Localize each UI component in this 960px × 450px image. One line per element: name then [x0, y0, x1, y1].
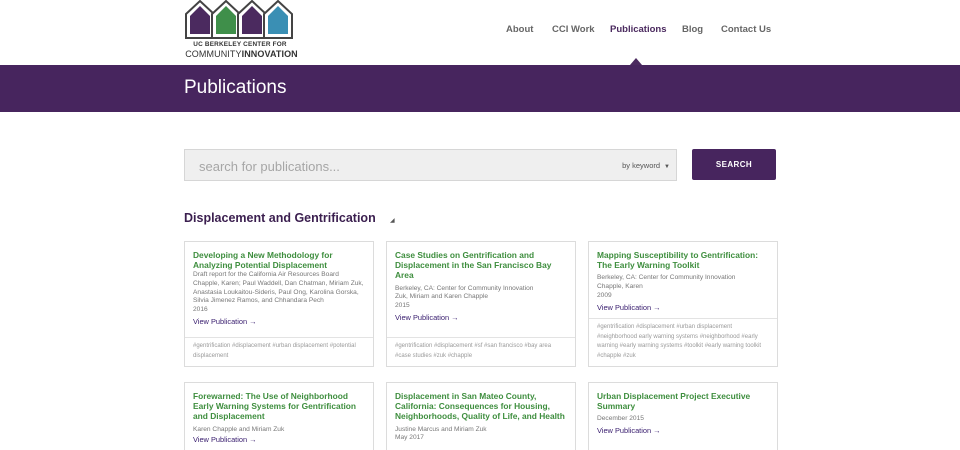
page-title-band: Publications — [0, 65, 960, 112]
view-publication-link[interactable]: View Publication → — [395, 313, 567, 322]
search-button[interactable]: SEARCH — [692, 149, 776, 180]
nav-cci-work[interactable]: CCI Work — [552, 24, 595, 35]
view-publication-link[interactable]: View Publication → — [193, 435, 365, 444]
publication-date: December 2015 — [597, 415, 644, 423]
publication-tags: #gentrification #displacement #urban dis… — [589, 317, 777, 366]
site-logo[interactable]: UC BERKELEY CENTER FOR COMMUNITYINNOVATI… — [184, 0, 299, 62]
section-heading[interactable]: Displacement and Gentrification — [184, 211, 376, 225]
publication-card: Case Studies on Gentrification and Displ… — [386, 241, 576, 367]
publication-card: Displacement in San Mateo County, Califo… — [386, 382, 576, 450]
search-mode-select[interactable]: by keyword ▼ — [622, 161, 670, 170]
publication-authors: Justine Marcus and Miriam Zuk — [395, 425, 487, 433]
publication-source: Berkeley, CA: Center for Community Innov… — [395, 284, 534, 292]
publication-source: Draft report for the California Air Reso… — [193, 271, 339, 279]
nav-blog[interactable]: Blog — [682, 24, 703, 35]
publication-title[interactable]: Forewarned: The Use of Neighborhood Earl… — [193, 391, 365, 422]
publication-card: Forewarned: The Use of Neighborhood Earl… — [184, 382, 374, 450]
publication-title[interactable]: Developing a New Methodology for Analyzi… — [193, 250, 365, 270]
logo-line-1: UC BERKELEY CENTER FOR — [193, 41, 287, 48]
site-header: UC BERKELEY CENTER FOR COMMUNITYINNOVATI… — [0, 0, 960, 65]
view-publication-link[interactable]: View Publication → — [597, 426, 769, 435]
publication-date: May 2017 — [395, 434, 424, 442]
dropdown-caret-icon: ▼ — [664, 164, 670, 170]
view-publication-link[interactable]: View Publication → — [597, 303, 769, 312]
active-nav-indicator — [630, 58, 642, 65]
publication-title[interactable]: Mapping Susceptibility to Gentrification… — [597, 250, 769, 270]
publication-title[interactable]: Displacement in San Mateo County, Califo… — [395, 391, 567, 422]
publication-tags: #gentrification #displacement #sf #san f… — [387, 337, 575, 366]
publication-card: Developing a New Methodology for Analyzi… — [184, 241, 374, 367]
publication-title[interactable]: Case Studies on Gentrification and Displ… — [395, 250, 567, 281]
collapse-caret-icon[interactable]: ◢ — [390, 217, 395, 224]
nav-contact-us[interactable]: Contact Us — [721, 24, 771, 35]
houses-logo-icon — [185, 0, 293, 39]
publication-source: Berkeley, CA: Center for Community Innov… — [597, 274, 736, 282]
publication-year: 2015 — [395, 301, 410, 309]
publication-card: Mapping Susceptibility to Gentrification… — [588, 241, 778, 367]
publication-year: 2009 — [597, 291, 612, 299]
publication-authors: Zuk, Miriam and Karen Chapple — [395, 293, 489, 301]
publication-tags: #gentrification #displacement #urban dis… — [185, 337, 373, 366]
logo-line-2: COMMUNITYINNOVATION — [185, 49, 298, 59]
publication-authors: Chapple, Karen; Paul Waddell, Dan Chatma… — [193, 280, 364, 305]
search-input[interactable] — [199, 157, 559, 175]
view-publication-link[interactable]: View Publication → — [193, 317, 365, 326]
publication-card: Urban Displacement Project Executive Sum… — [588, 382, 778, 450]
publication-authors: Karen Chapple and Miriam Zuk — [193, 425, 285, 433]
publication-title[interactable]: Urban Displacement Project Executive Sum… — [597, 391, 769, 411]
publication-authors: Chapple, Karen — [597, 283, 643, 290]
page-title: Publications — [184, 77, 287, 98]
search-mode-label: by keyword — [622, 161, 661, 170]
search-bar: by keyword▼ — [184, 149, 677, 181]
publication-year: 2016 — [193, 305, 208, 313]
nav-publications[interactable]: Publications — [610, 24, 666, 35]
nav-about[interactable]: About — [506, 24, 533, 35]
